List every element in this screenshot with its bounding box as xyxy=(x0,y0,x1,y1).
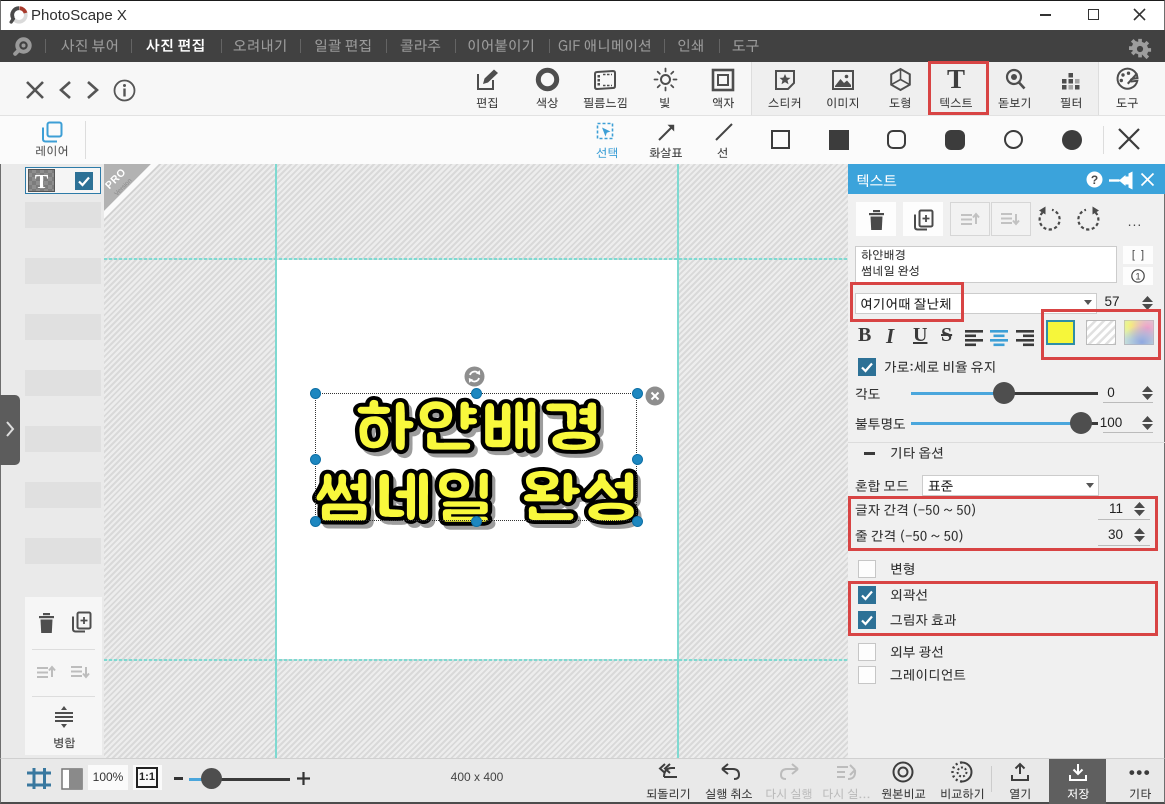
svg-text:1: 1 xyxy=(1135,272,1140,283)
svg-text:T: T xyxy=(35,171,49,193)
svg-text:?: ? xyxy=(1091,173,1098,187)
